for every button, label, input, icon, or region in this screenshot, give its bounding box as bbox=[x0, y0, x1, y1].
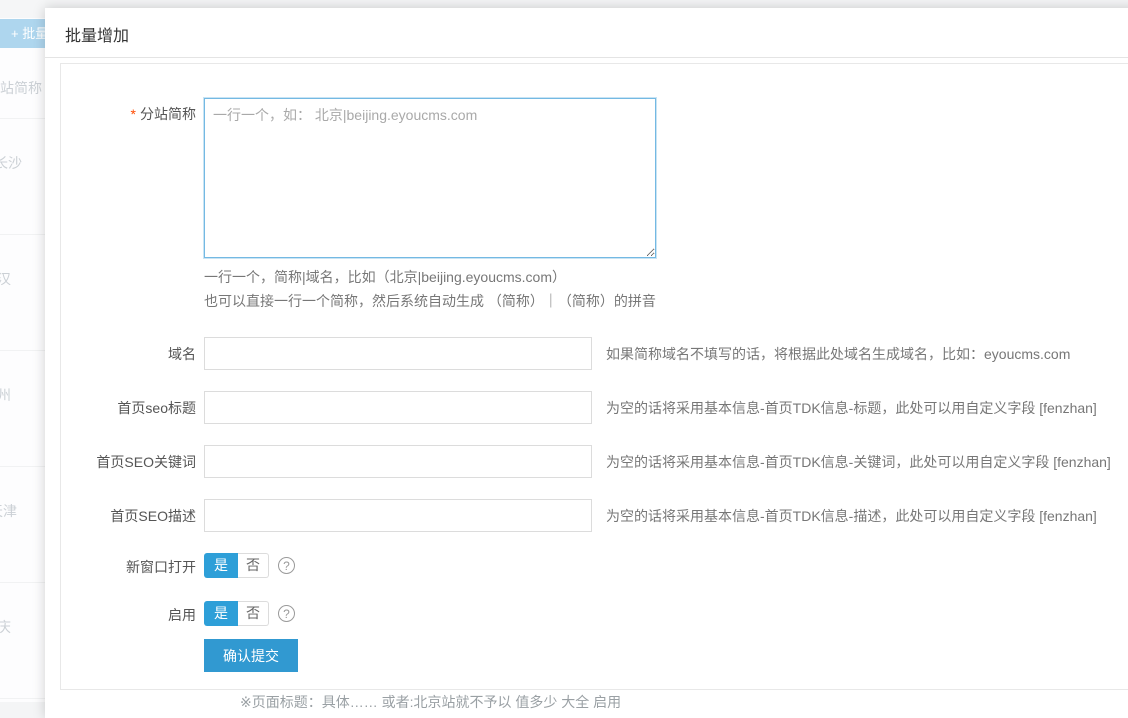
question-mark-icon[interactable]: ? bbox=[278, 557, 295, 574]
domain-hint: 如果简称域名不填写的话，将根据此处域名生成域名，比如：eyoucms.com bbox=[606, 344, 1070, 364]
question-mark-icon[interactable]: ? bbox=[278, 605, 295, 622]
site-name-help-1: 一行一个，简称|域名，比如（北京|beijing.eyoucms.com） bbox=[204, 267, 566, 287]
seo-title-input[interactable] bbox=[204, 391, 592, 424]
domain-label: 域名 bbox=[61, 344, 196, 364]
background-topbar bbox=[0, 0, 45, 18]
batch-add-modal: 批量增加 *分站简称 一行一个，简称|域名，比如（北京|beijing.eyou… bbox=[45, 8, 1128, 718]
seo-title-label: 首页seo标题 bbox=[61, 398, 196, 418]
required-asterisk: * bbox=[131, 106, 136, 122]
table-row-tianjin: 天津 bbox=[0, 501, 17, 521]
new-window-toggle: 是 否 ? bbox=[204, 553, 295, 578]
seo-description-label: 首页SEO描述 bbox=[61, 506, 196, 526]
batch-add-form: *分站简称 一行一个，简称|域名，比如（北京|beijing.eyoucms.c… bbox=[60, 63, 1128, 690]
row-divider bbox=[0, 466, 45, 467]
row-divider bbox=[0, 234, 45, 235]
site-name-textarea[interactable] bbox=[204, 98, 656, 258]
table-header-site-name: 分站简称 bbox=[0, 78, 42, 98]
domain-input[interactable] bbox=[204, 337, 592, 370]
seo-description-input[interactable] bbox=[204, 499, 592, 532]
site-name-label: *分站简称 bbox=[61, 104, 196, 124]
batch-add-button-background[interactable]: + 批量增加 bbox=[0, 19, 45, 48]
modal-title: 批量增加 bbox=[65, 22, 129, 46]
new-window-no-button[interactable]: 否 bbox=[238, 553, 269, 578]
site-name-help-2: 也可以直接一行一个简称，然后系统自动生成 （简称）｜（简称）的拼音 bbox=[204, 291, 656, 311]
background-page-strip: + 批量增加 分站简称 长沙 武汉 杭州 天津 重庆 bbox=[0, 0, 45, 702]
table-row-wuhan: 武汉 bbox=[0, 269, 11, 289]
seo-keywords-label: 首页SEO关键词 bbox=[61, 452, 196, 472]
table-row-changsha: 长沙 bbox=[0, 153, 22, 173]
row-divider bbox=[0, 118, 45, 119]
enable-label: 启用 bbox=[61, 605, 196, 625]
enable-yes-button[interactable]: 是 bbox=[204, 601, 238, 626]
clipped-bottom-tip: ※页面标题：具体…… 或者:北京站就不予以 值多少 大全 启用 bbox=[240, 692, 621, 712]
new-window-yes-button[interactable]: 是 bbox=[204, 553, 238, 578]
seo-description-hint: 为空的话将采用基本信息-首页TDK信息-描述，此处可以用自定义字段 [fenzh… bbox=[606, 506, 1097, 526]
seo-keywords-hint: 为空的话将采用基本信息-首页TDK信息-关键词，此处可以用自定义字段 [fenz… bbox=[606, 452, 1111, 472]
table-row-chongqing: 重庆 bbox=[0, 617, 11, 637]
row-divider bbox=[0, 698, 45, 699]
row-divider bbox=[0, 582, 45, 583]
seo-title-hint: 为空的话将采用基本信息-首页TDK信息-标题，此处可以用自定义字段 [fenzh… bbox=[606, 398, 1097, 418]
enable-no-button[interactable]: 否 bbox=[238, 601, 269, 626]
new-window-label: 新窗口打开 bbox=[61, 557, 196, 577]
seo-keywords-input[interactable] bbox=[204, 445, 592, 478]
row-divider bbox=[0, 350, 45, 351]
table-row-hangzhou: 杭州 bbox=[0, 385, 11, 405]
confirm-submit-button[interactable]: 确认提交 bbox=[204, 639, 298, 672]
modal-title-divider bbox=[45, 57, 1128, 58]
enable-toggle: 是 否 ? bbox=[204, 601, 295, 626]
